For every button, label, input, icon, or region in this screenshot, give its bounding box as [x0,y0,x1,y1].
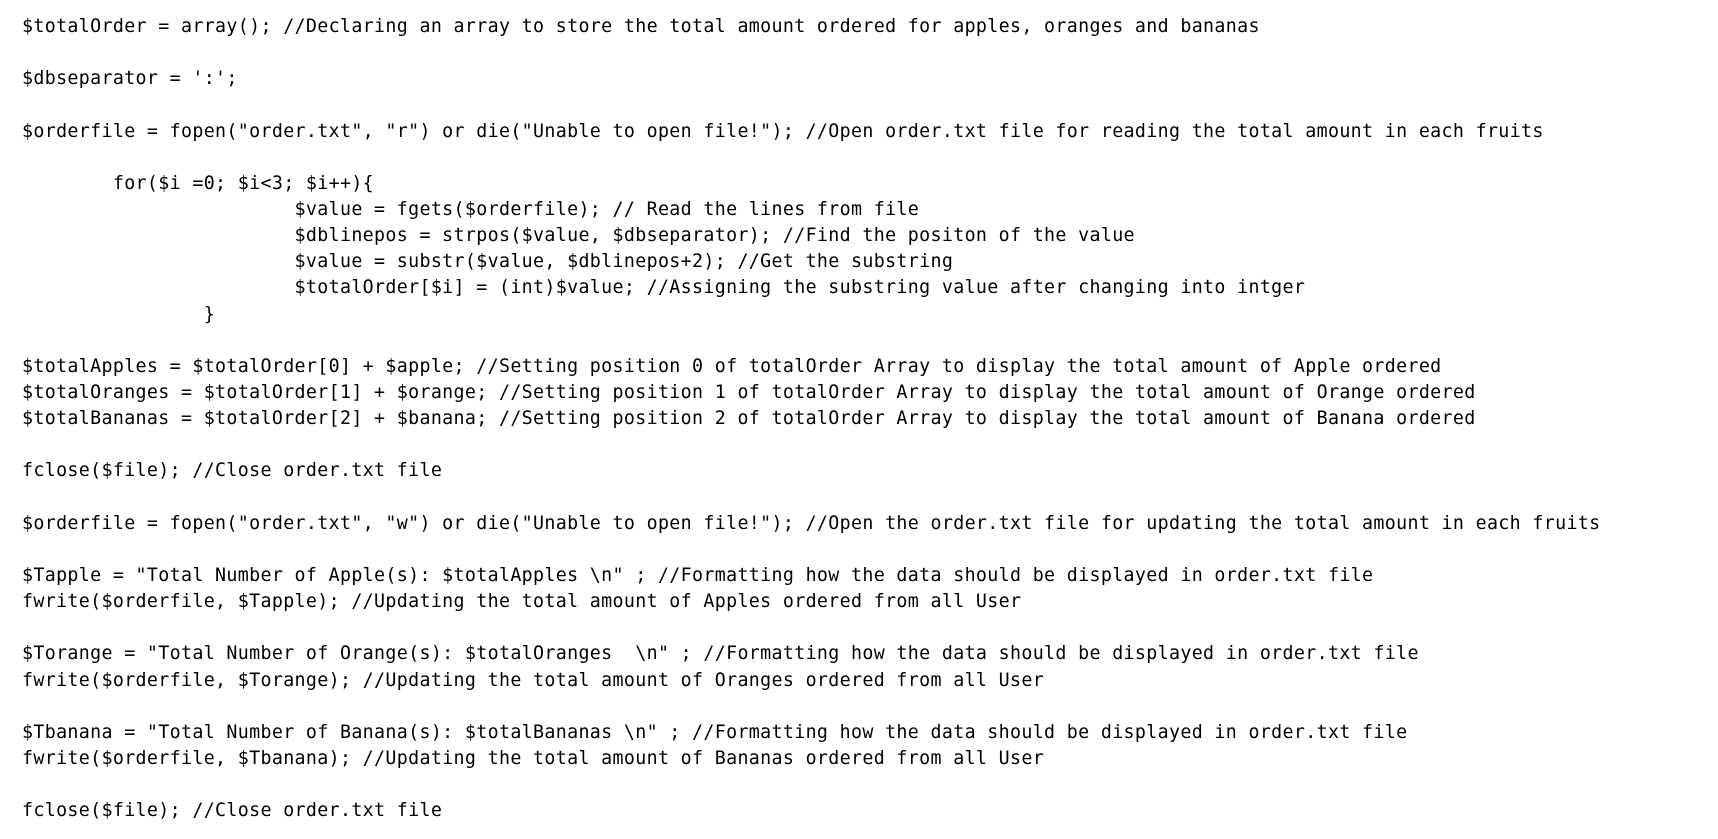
code-line: $totalApples = $totalOrder[0] + $apple; … [22,355,1442,377]
code-line: fclose($file); //Close order.txt file [22,800,443,822]
code-line: $totalBananas = $totalOrder[2] + $banana… [22,408,1476,430]
code-line: fwrite($orderfile, $Tapple); //Updating … [22,591,1022,613]
code-line: } [22,303,216,325]
code-line: $orderfile = fopen("order.txt", "r") or … [22,120,1544,142]
code-line: $orderfile = fopen("order.txt", "w") or … [22,512,1601,534]
code-line: fwrite($orderfile, $Tbanana); //Updating… [22,747,1045,769]
code-line: for($i =0; $i<3; $i++){ [22,172,375,194]
code-line: $value = substr($value, $dblinepos+2); /… [22,251,954,273]
code-line: $totalOrder = array(); //Declaring an ar… [22,16,1260,37]
code-line: fclose($file); //Close order.txt file [22,460,443,482]
code-line: $value = fgets($orderfile); // Read the … [22,198,920,220]
code-line: $totalOranges = $totalOrder[1] + $orange… [22,381,1476,403]
code-line: fwrite($orderfile, $Torange); //Updating… [22,669,1045,691]
code-line: $Tapple = "Total Number of Apple(s): $to… [22,564,1374,586]
code-line: $dblinepos = strpos($value, $dbseparator… [22,225,1135,247]
code-line: $dbseparator = ':'; [22,68,238,90]
code-line: $totalOrder[$i] = (int)$value; //Assigni… [22,277,1306,299]
code-listing: $totalOrder = array(); //Declaring an ar… [22,14,1712,824]
code-line: $Tbanana = "Total Number of Banana(s): $… [22,721,1408,743]
code-line: $Torange = "Total Number of Orange(s): $… [22,643,1419,665]
